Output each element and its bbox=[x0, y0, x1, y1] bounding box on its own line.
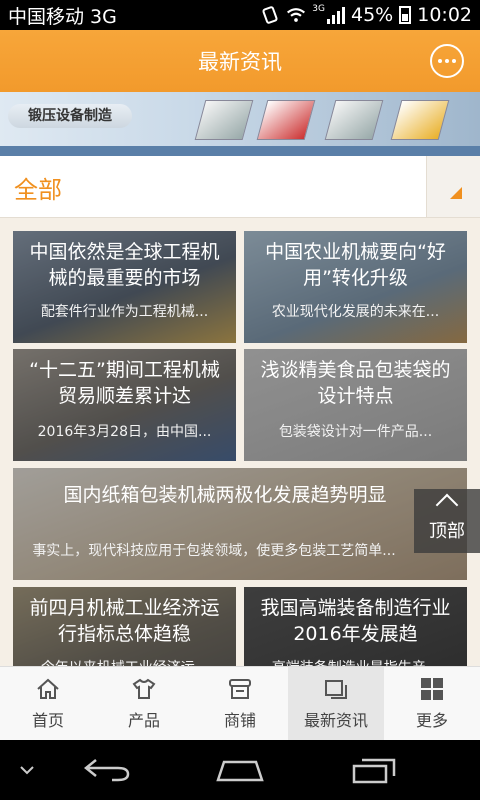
carrier-label: 中国移动 3G bbox=[8, 5, 117, 28]
back-to-top-button[interactable]: 顶部 bbox=[414, 489, 480, 553]
machine-image bbox=[194, 100, 254, 140]
tab-label: 最新资讯 bbox=[303, 710, 368, 730]
news-title: 浅谈精美食品包装袋的设计特点 bbox=[260, 359, 451, 407]
shop-icon bbox=[229, 678, 251, 699]
tab-more[interactable]: 更多 bbox=[384, 667, 480, 740]
news-summary: 配套件行业作为工程机械... bbox=[40, 304, 209, 320]
page-title: 最新资讯 bbox=[198, 50, 282, 74]
network-type-label: 3G bbox=[312, 4, 325, 14]
signal-icon bbox=[327, 6, 345, 24]
wifi-icon bbox=[287, 8, 306, 22]
tab-products[interactable]: 产品 bbox=[96, 667, 192, 740]
home-icon bbox=[37, 678, 59, 699]
category-dropdown-button[interactable] bbox=[426, 156, 480, 217]
banner-strip bbox=[0, 146, 480, 156]
machine-image bbox=[324, 100, 384, 140]
triangle-icon bbox=[450, 187, 462, 199]
recent-apps-icon[interactable] bbox=[350, 754, 398, 784]
back-to-top-label: 顶部 bbox=[429, 521, 465, 542]
news-card[interactable]: 中国农业机械要向“好用”转化升级 农业现代化发展的未来在... bbox=[244, 231, 467, 343]
tab-news[interactable]: 最新资讯 bbox=[288, 667, 384, 740]
back-icon[interactable] bbox=[82, 756, 132, 784]
machine-image bbox=[256, 100, 316, 140]
banner-label: 锻压设备制造 bbox=[8, 104, 132, 128]
news-card[interactable]: 前四月机械工业经济运行指标总体趋稳 今年以来机械工业经济运... bbox=[13, 587, 236, 666]
status-bar: 中国移动 3G 3G 45% 10:02 bbox=[0, 0, 480, 30]
shirt-icon bbox=[132, 678, 156, 699]
tab-label: 商铺 bbox=[223, 710, 256, 730]
title-bar: 最新资讯 bbox=[0, 30, 480, 92]
battery-percent: 45% bbox=[351, 4, 394, 26]
news-title: 前四月机械工业经济运行指标总体趋稳 bbox=[29, 597, 220, 645]
clock: 10:02 bbox=[417, 4, 472, 26]
category-bar: 全部 bbox=[0, 156, 480, 218]
news-card[interactable]: “十二五”期间工程机械贸易顺差累计达 2016年3月28日，由中国... bbox=[13, 349, 236, 461]
category-label[interactable]: 全部 bbox=[14, 170, 62, 205]
chevron-down-icon[interactable] bbox=[18, 764, 36, 776]
news-card[interactable]: 中国依然是全球工程机械的最重要的市场 配套件行业作为工程机械... bbox=[13, 231, 236, 343]
news-title: “十二五”期间工程机械贸易顺差累计达 bbox=[29, 359, 220, 407]
news-summary: 农业现代化发展的未来在... bbox=[271, 304, 440, 320]
tab-label: 更多 bbox=[415, 710, 448, 730]
tab-label: 产品 bbox=[127, 710, 160, 730]
machine-image bbox=[390, 100, 450, 140]
news-card[interactable]: 国内纸箱包装机械两极化发展趋势明显 事实上，现代科技应用于包装领域，使更多包装工… bbox=[13, 468, 467, 580]
news-summary: 今年以来机械工业经济运... bbox=[21, 657, 228, 666]
tab-home[interactable]: 首页 bbox=[0, 667, 96, 740]
banner[interactable]: 锻压设备制造 bbox=[0, 92, 480, 156]
news-summary: 事实上，现代科技应用于包装领域，使更多包装工艺简单... bbox=[32, 543, 396, 559]
chat-bubble-icon[interactable] bbox=[430, 44, 464, 78]
home-nav-icon[interactable] bbox=[214, 756, 266, 784]
news-list: 中国依然是全球工程机械的最重要的市场 配套件行业作为工程机械... 中国农业机械… bbox=[0, 218, 480, 666]
grid-icon bbox=[421, 677, 443, 700]
tab-shops[interactable]: 商铺 bbox=[192, 667, 288, 740]
news-summary: 包装袋设计对一件产品... bbox=[278, 424, 433, 440]
news-title: 中国农业机械要向“好用”转化升级 bbox=[265, 241, 446, 289]
news-summary: 2016年3月28日，由中国... bbox=[37, 424, 212, 440]
battery-icon bbox=[399, 6, 412, 24]
bottom-tab-bar: 首页 产品 商铺 最新资讯 更多 bbox=[0, 666, 480, 740]
news-icon bbox=[325, 679, 347, 699]
system-nav-bar bbox=[0, 740, 480, 800]
tab-label: 首页 bbox=[31, 710, 64, 730]
chevron-up-icon bbox=[435, 493, 459, 517]
news-card[interactable]: 浅谈精美食品包装袋的设计特点 包装袋设计对一件产品... bbox=[244, 349, 467, 461]
news-card[interactable]: 我国高端装备制造行业2016年发展趋 高端装备制造业是指生产... bbox=[244, 587, 467, 666]
vibrate-icon bbox=[262, 6, 278, 24]
news-title: 我国高端装备制造行业2016年发展趋 bbox=[260, 597, 451, 645]
news-title: 国内纸箱包装机械两极化发展趋势明显 bbox=[63, 484, 387, 506]
news-summary: 高端装备制造业是指生产... bbox=[252, 657, 459, 666]
news-title: 中国依然是全球工程机械的最重要的市场 bbox=[29, 241, 220, 289]
